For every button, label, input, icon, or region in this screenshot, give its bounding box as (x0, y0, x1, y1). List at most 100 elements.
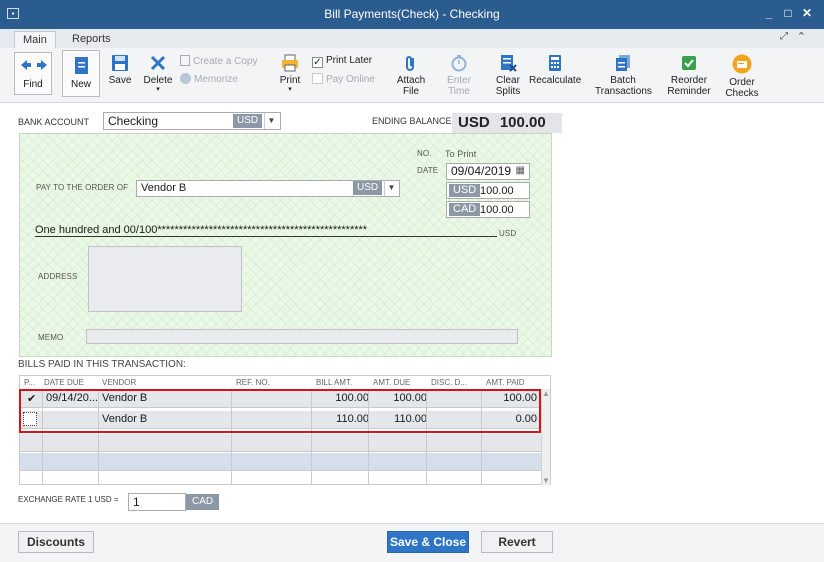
reorder-icon (682, 56, 696, 70)
save-icon (112, 55, 128, 71)
order-checks-button[interactable]: Order Checks (722, 54, 762, 99)
checkmark-icon: ✓ (312, 57, 323, 68)
pay-online-checkbox: Pay Online (312, 73, 375, 86)
save-label: Save (108, 75, 132, 86)
pay-online-label: Pay Online (326, 74, 375, 85)
table-scrollbar[interactable]: ▲ ▼ (541, 389, 550, 485)
amount-usd-value: 100.00 (480, 185, 514, 197)
column-header-amt-paid[interactable]: AMT. PAID (486, 378, 525, 387)
recalculate-label: Recalculate (529, 75, 582, 86)
date-label: DATE (417, 166, 439, 175)
amount-usd-field[interactable]: USD 100.00 (446, 182, 530, 199)
tab-main[interactable]: Main (14, 31, 56, 48)
column-header-disc[interactable]: DISC. D... (431, 378, 467, 387)
batch-label-1: Batch (610, 75, 636, 86)
paperclip-icon (406, 56, 414, 71)
create-copy-button: Create a Copy (180, 55, 257, 68)
clear-splits-icon (501, 55, 517, 72)
expand-icon[interactable]: ⤢ (780, 31, 788, 42)
stopwatch-icon (451, 55, 467, 72)
attach-label-1: Attach (396, 75, 426, 86)
save-button[interactable]: Save (107, 54, 133, 86)
bills-section-label: BILLS PAID IN THIS TRANSACTION: (18, 359, 186, 370)
delete-dropdown-icon[interactable]: ▾ (142, 86, 174, 93)
print-later-checkbox[interactable]: ✓ Print Later (312, 55, 372, 68)
address-field[interactable] (88, 246, 242, 312)
check-form: NO. To Print DATE 09/04/2019 ▦ PAY TO TH… (19, 133, 552, 357)
printer-icon (282, 54, 298, 72)
column-header-vendor[interactable]: VENDOR (102, 378, 136, 387)
delete-label: Delete (143, 75, 173, 86)
new-button[interactable]: New (62, 50, 100, 97)
calculator-icon (549, 55, 561, 71)
ending-balance-value: 100.00 (499, 114, 546, 131)
reorder-reminder-button[interactable]: Reorder Reminder (666, 54, 712, 97)
amount-usd-tag: USD (449, 184, 481, 197)
save-close-button[interactable]: Save & Close (387, 531, 469, 553)
print-button[interactable]: Print ▾ (276, 54, 304, 93)
revert-button[interactable]: Revert (481, 531, 553, 553)
enter-time-label-2: Time (448, 86, 470, 97)
batch-icon (616, 55, 630, 71)
title-bar: ▪ Bill Payments(Check) - Checking _ □ ✕ (0, 0, 824, 29)
ending-balance-label: ENDING BALANCE (372, 116, 452, 126)
bank-account-label: BANK ACCOUNT (18, 117, 90, 127)
tab-reports[interactable]: Reports (64, 31, 119, 48)
scroll-down-icon[interactable]: ▼ (542, 476, 550, 485)
print-dropdown-icon[interactable]: ▾ (276, 86, 304, 93)
find-button[interactable]: Find (14, 52, 52, 95)
enter-time-button: Enter Time (444, 54, 474, 97)
print-later-label: Print Later (326, 55, 373, 66)
close-button[interactable]: ✕ (800, 6, 814, 20)
column-header-amt-due[interactable]: AMT. DUE (373, 378, 410, 387)
bank-currency-tag: USD (233, 114, 263, 128)
payee-value: Vendor B (141, 182, 187, 194)
reorder-label-2: Reminder (667, 86, 711, 97)
column-header-bill-amt[interactable]: BILL AMT. (316, 378, 352, 387)
maximize-button[interactable]: □ (781, 6, 795, 20)
order-checks-label-2: Checks (725, 88, 759, 99)
prev-next-arrows-icon[interactable] (20, 59, 48, 71)
column-header-ref-no[interactable]: REF. NO. (236, 378, 270, 387)
discounts-button[interactable]: Discounts (18, 531, 94, 553)
address-label: ADDRESS (38, 272, 78, 281)
amount-words-currency: USD (499, 229, 517, 238)
recalculate-button[interactable]: Recalculate (529, 54, 581, 86)
tab-bar: Main Reports ⤢ ⌃ (0, 29, 824, 48)
enter-time-label-1: Enter (447, 75, 471, 86)
batch-transactions-button[interactable]: Batch Transactions (595, 54, 652, 97)
chevron-down-icon[interactable]: ▼ (384, 180, 398, 196)
history-pane (562, 104, 820, 524)
memo-label: MEMO (38, 333, 64, 342)
column-header-date-due[interactable]: DATE DUE (44, 378, 84, 387)
clear-splits-label-1: Clear (496, 75, 520, 86)
scroll-up-icon[interactable]: ▲ (542, 389, 550, 398)
chevron-up-icon[interactable]: ⌃ (797, 30, 806, 43)
reorder-label-1: Reorder (670, 75, 708, 86)
memorize-icon (180, 73, 191, 84)
minimize-button[interactable]: _ (762, 6, 776, 20)
attach-file-button[interactable]: Attach File (393, 54, 429, 97)
copy-icon (180, 55, 190, 66)
date-field[interactable]: 09/04/2019 ▦ (446, 163, 530, 180)
check-number-value[interactable]: To Print (445, 149, 476, 159)
new-label: New (70, 79, 91, 90)
amount-cad-tag: CAD (449, 203, 481, 216)
calendar-icon[interactable]: ▦ (516, 164, 525, 178)
clear-splits-button[interactable]: Clear Splits (494, 54, 522, 97)
chevron-down-icon[interactable]: ▼ (264, 113, 278, 129)
exchange-rate-label: EXCHANGE RATE 1 USD = (18, 495, 119, 504)
create-copy-label: Create a Copy (193, 56, 258, 67)
memo-field[interactable] (86, 329, 518, 344)
print-label: Print (279, 75, 301, 86)
clear-splits-label-2: Splits (495, 86, 521, 97)
attach-label-2: File (402, 86, 420, 97)
delete-button[interactable]: Delete ▾ (142, 54, 174, 93)
exchange-currency-tag: CAD (186, 494, 220, 510)
exchange-rate-field[interactable]: 1 (128, 493, 186, 511)
ending-balance-box: USD 100.00 (452, 113, 562, 133)
amount-cad-field[interactable]: CAD 100.00 (446, 201, 530, 218)
column-header-paid[interactable]: P... (24, 378, 35, 387)
window-title: Bill Payments(Check) - Checking (324, 7, 500, 21)
find-label: Find (23, 79, 43, 90)
